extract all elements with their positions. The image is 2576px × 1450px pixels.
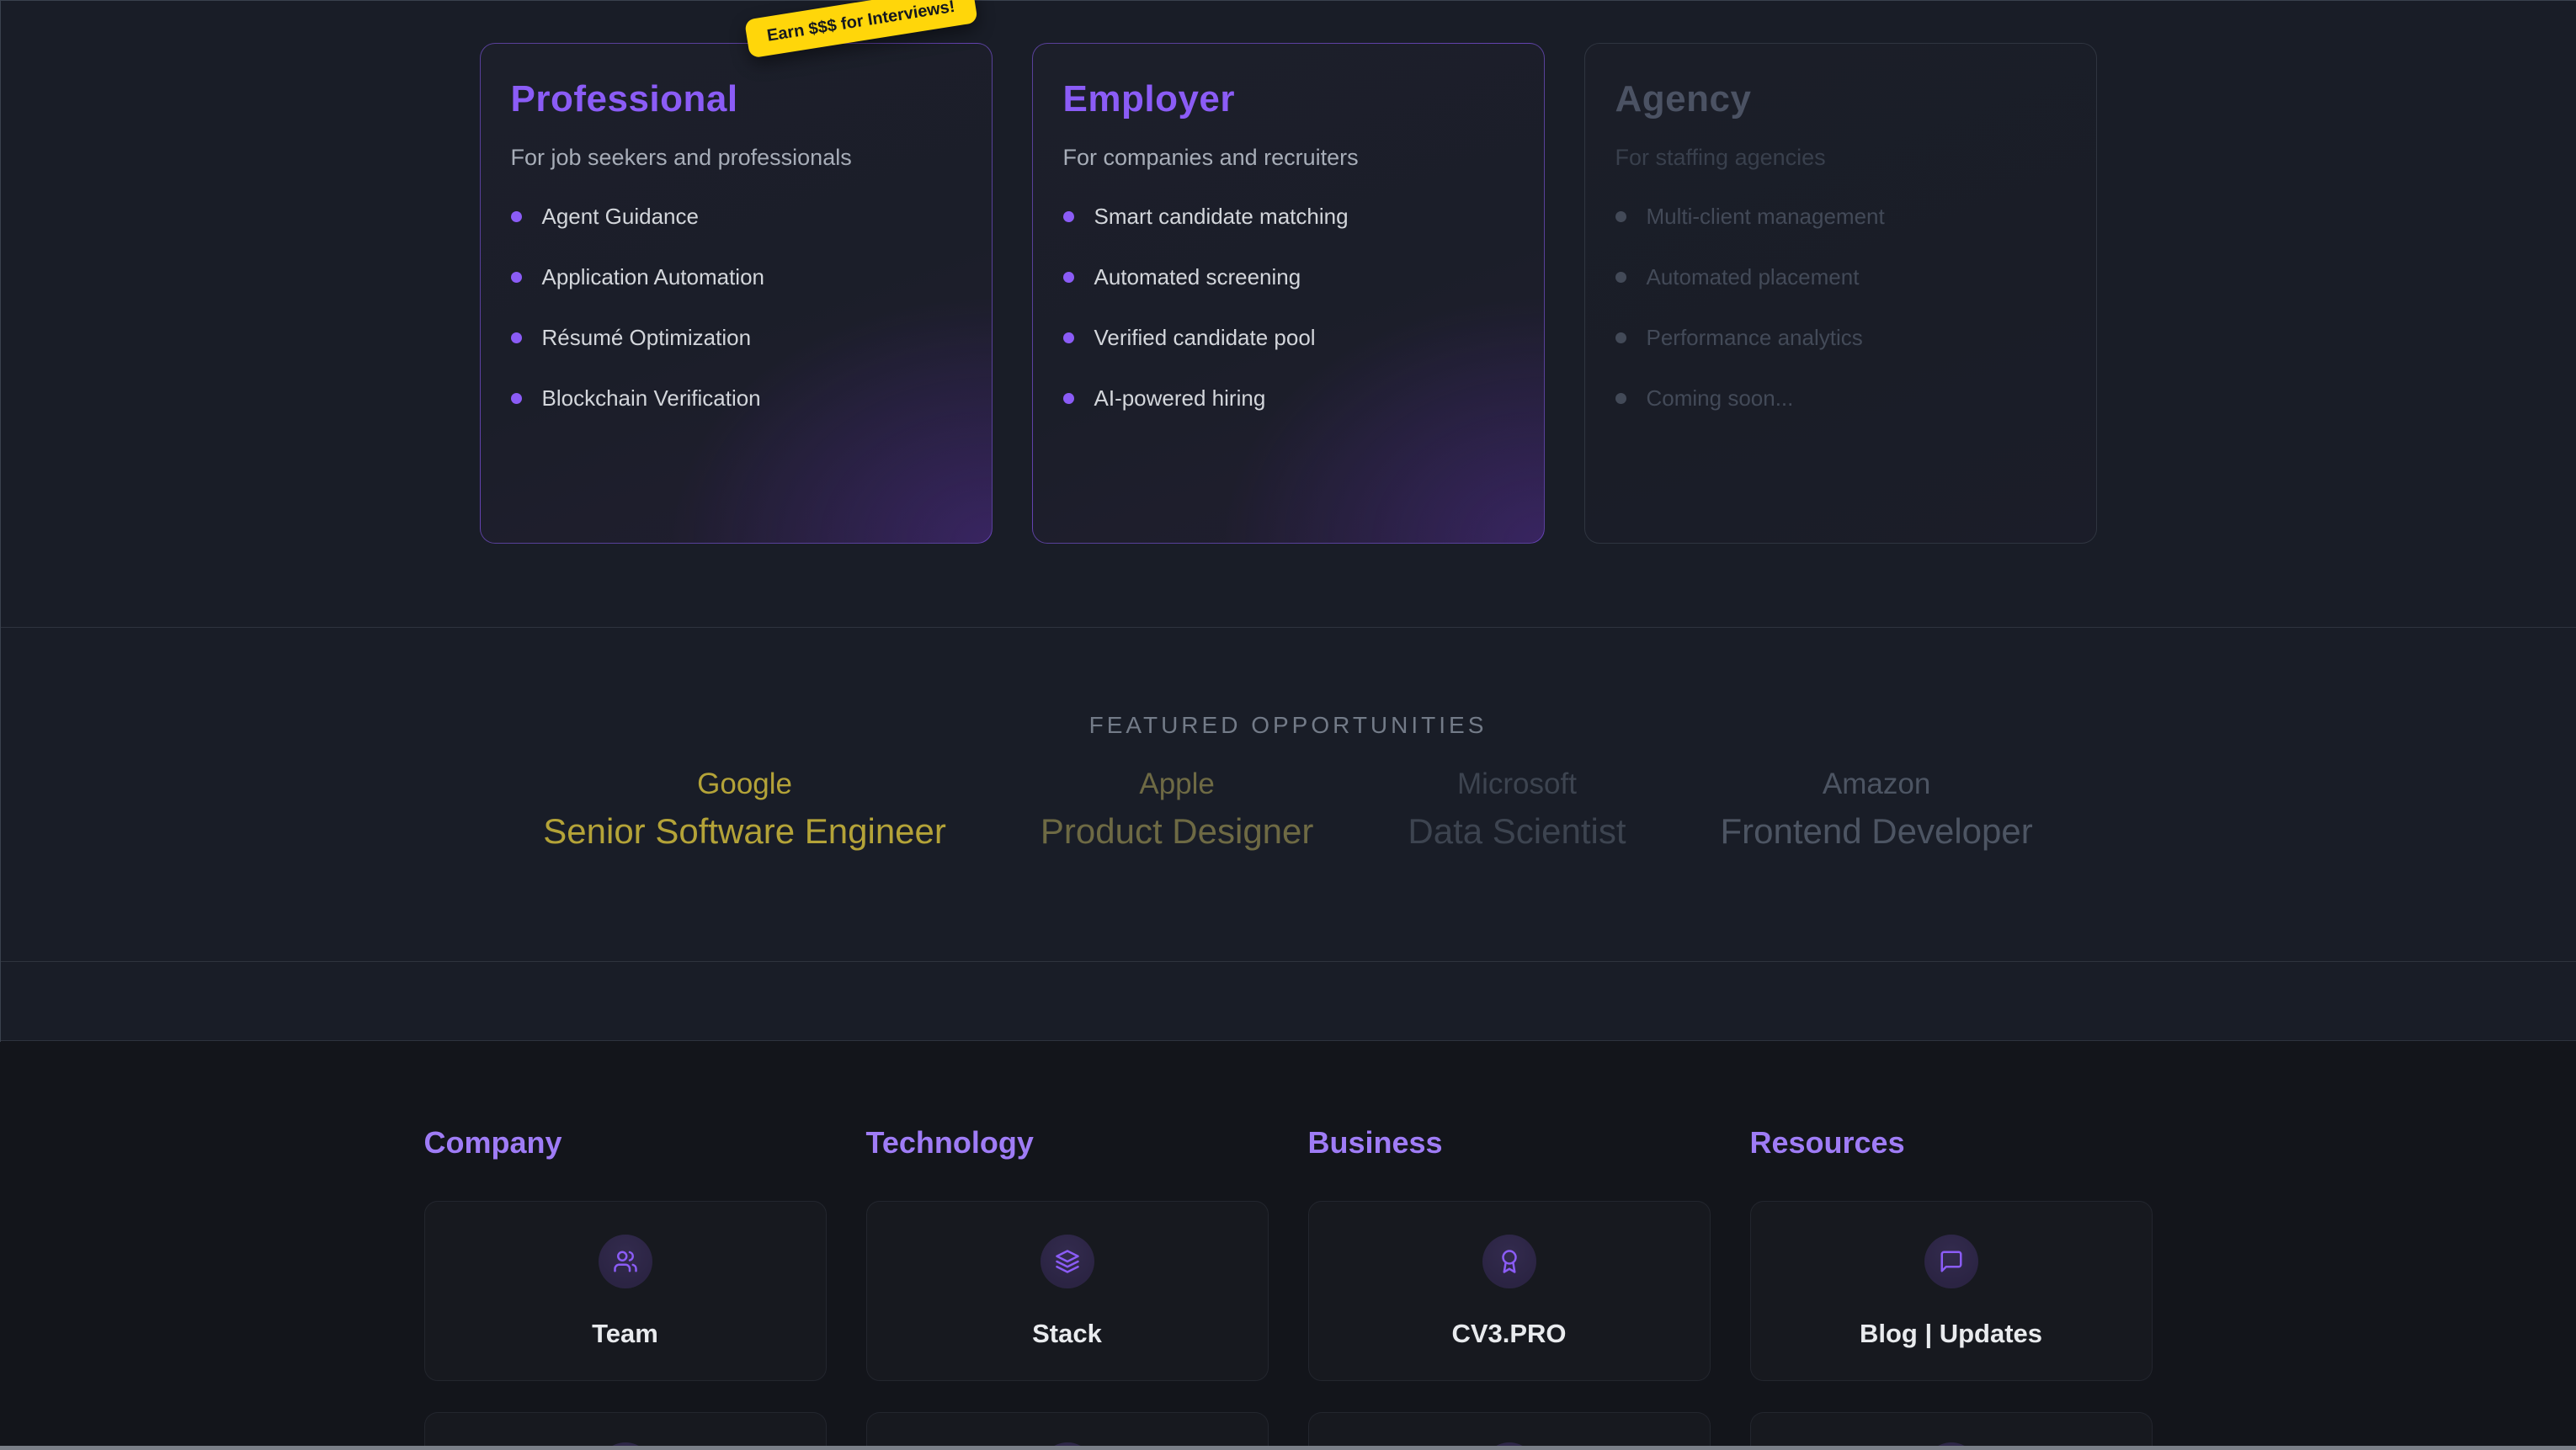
plan-feature: Agent Guidance — [511, 202, 961, 231]
plan-title: Agency — [1615, 77, 2066, 121]
plan-feature: Smart candidate matching — [1063, 202, 1514, 231]
plan-title: Employer — [1063, 77, 1514, 121]
plans-row: Professional For job seekers and profess… — [0, 0, 2576, 544]
plan-feature: Multi-client management — [1615, 202, 2066, 231]
plan-feature-label: Agent Guidance — [542, 204, 699, 230]
footer-card-cv3pro[interactable]: CV3.PRO — [1308, 1201, 1711, 1381]
featured-job-microsoft[interactable]: Microsoft Data Scientist — [1408, 767, 1626, 852]
plan-feature-label: Blockchain Verification — [542, 385, 761, 412]
bottom-edge-bar — [0, 1446, 2576, 1450]
plan-feature-label: Performance analytics — [1647, 325, 1863, 351]
plan-feature: Performance analytics — [1615, 323, 2066, 352]
icon-circle — [1041, 1235, 1094, 1288]
featured-heading: FEATURED OPPORTUNITIES — [0, 628, 2576, 739]
footer-card-team[interactable]: Team — [424, 1201, 827, 1381]
bullet-icon — [1615, 272, 1626, 283]
bullet-icon — [1063, 272, 1074, 283]
bullet-icon — [511, 272, 522, 283]
featured-job-google[interactable]: Google Senior Software Engineer — [543, 767, 946, 852]
bullet-icon — [1615, 332, 1626, 343]
bullet-icon — [511, 211, 522, 222]
plan-card-agency: Agency For staffing agencies Multi-clien… — [1584, 43, 2097, 544]
bullet-icon — [511, 393, 522, 404]
footer-card-blog[interactable]: Blog | Updates — [1750, 1201, 2153, 1381]
plan-card-professional[interactable]: Professional For job seekers and profess… — [480, 43, 993, 544]
job-company: Apple — [1041, 767, 1314, 801]
section-left-border — [0, 0, 1, 1042]
bullet-icon — [1615, 211, 1626, 222]
footer-card-partial[interactable] — [1750, 1412, 2153, 1447]
footer-column-technology: Technology Stack — [866, 1125, 1269, 1447]
footer-heading: Business — [1308, 1125, 1711, 1161]
footer-column-resources: Resources Blog | Updates — [1750, 1125, 2153, 1447]
icon-circle — [1924, 1235, 1978, 1288]
section-top-border — [0, 0, 2576, 1]
plan-feature-label: Automated screening — [1094, 264, 1301, 290]
footer-card-stack[interactable]: Stack — [866, 1201, 1269, 1381]
footer: Company Team Technology — [0, 1041, 2576, 1450]
users-icon — [613, 1249, 638, 1274]
spacer-band — [0, 962, 2576, 1041]
layers-icon — [1055, 1249, 1080, 1274]
footer-heading: Company — [424, 1125, 827, 1161]
plan-features-list: Smart candidate matching Automated scree… — [1063, 202, 1514, 412]
footer-card-label: Blog | Updates — [1860, 1319, 2042, 1349]
plan-description: For companies and recruiters — [1063, 143, 1514, 172]
bullet-icon — [1063, 211, 1074, 222]
footer-card-partial[interactable] — [866, 1412, 1269, 1447]
plan-feature-label: Automated placement — [1647, 264, 1860, 290]
plan-feature-label: Application Automation — [542, 264, 765, 290]
footer-card-partial[interactable] — [1308, 1412, 1711, 1447]
message-icon — [1939, 1249, 1964, 1274]
plan-feature: Coming soon... — [1615, 384, 2066, 412]
plan-feature-label: Coming soon... — [1647, 385, 1794, 412]
plan-description: For job seekers and professionals — [511, 143, 961, 172]
footer-card-label: Stack — [1032, 1319, 1102, 1349]
plan-feature: Blockchain Verification — [511, 384, 961, 412]
plan-feature: Résumé Optimization — [511, 323, 961, 352]
plan-feature: AI-powered hiring — [1063, 384, 1514, 412]
bullet-icon — [1063, 393, 1074, 404]
job-company: Google — [543, 767, 946, 801]
plan-feature-label: Smart candidate matching — [1094, 204, 1349, 230]
footer-column-business: Business CV3.PRO — [1308, 1125, 1711, 1447]
plan-features-list: Multi-client management Automated placem… — [1615, 202, 2066, 412]
featured-job-apple[interactable]: Apple Product Designer — [1041, 767, 1314, 852]
award-icon — [1497, 1249, 1522, 1274]
job-title: Product Designer — [1041, 811, 1314, 852]
footer-heading: Technology — [866, 1125, 1269, 1161]
plan-feature: Application Automation — [511, 263, 961, 291]
plan-feature: Automated screening — [1063, 263, 1514, 291]
featured-jobs-row: Google Senior Software Engineer Apple Pr… — [0, 767, 2576, 852]
plan-feature-label: Verified candidate pool — [1094, 325, 1316, 351]
job-title: Frontend Developer — [1721, 811, 2033, 852]
job-title: Data Scientist — [1408, 811, 1626, 852]
plan-feature: Automated placement — [1615, 263, 2066, 291]
plan-feature-label: AI-powered hiring — [1094, 385, 1266, 412]
icon-circle — [599, 1235, 652, 1288]
plan-description: For staffing agencies — [1615, 143, 2066, 172]
bullet-icon — [1063, 332, 1074, 343]
footer-column-company: Company Team — [424, 1125, 827, 1447]
icon-circle — [1482, 1235, 1536, 1288]
job-company: Microsoft — [1408, 767, 1626, 801]
plan-feature: Verified candidate pool — [1063, 323, 1514, 352]
plan-card-employer[interactable]: Employer For companies and recruiters Sm… — [1032, 43, 1545, 544]
job-title: Senior Software Engineer — [543, 811, 946, 852]
footer-heading: Resources — [1750, 1125, 2153, 1161]
featured-job-amazon[interactable]: Amazon Frontend Developer — [1721, 767, 2033, 852]
footer-card-label: Team — [592, 1319, 658, 1349]
bullet-icon — [511, 332, 522, 343]
plan-features-list: Agent Guidance Application Automation Ré… — [511, 202, 961, 412]
footer-card-partial[interactable] — [424, 1412, 827, 1447]
bullet-icon — [1615, 393, 1626, 404]
footer-card-label: CV3.PRO — [1451, 1319, 1566, 1349]
plan-feature-label: Résumé Optimization — [542, 325, 752, 351]
featured-opportunities-section: FEATURED OPPORTUNITIES Google Senior Sof… — [0, 628, 2576, 962]
footer-grid: Company Team Technology — [424, 1125, 2153, 1447]
plan-feature-label: Multi-client management — [1647, 204, 1885, 230]
plan-title: Professional — [511, 77, 961, 121]
plans-section: Earn $$$ for Interviews! Professional Fo… — [0, 0, 2576, 628]
job-company: Amazon — [1721, 767, 2033, 801]
